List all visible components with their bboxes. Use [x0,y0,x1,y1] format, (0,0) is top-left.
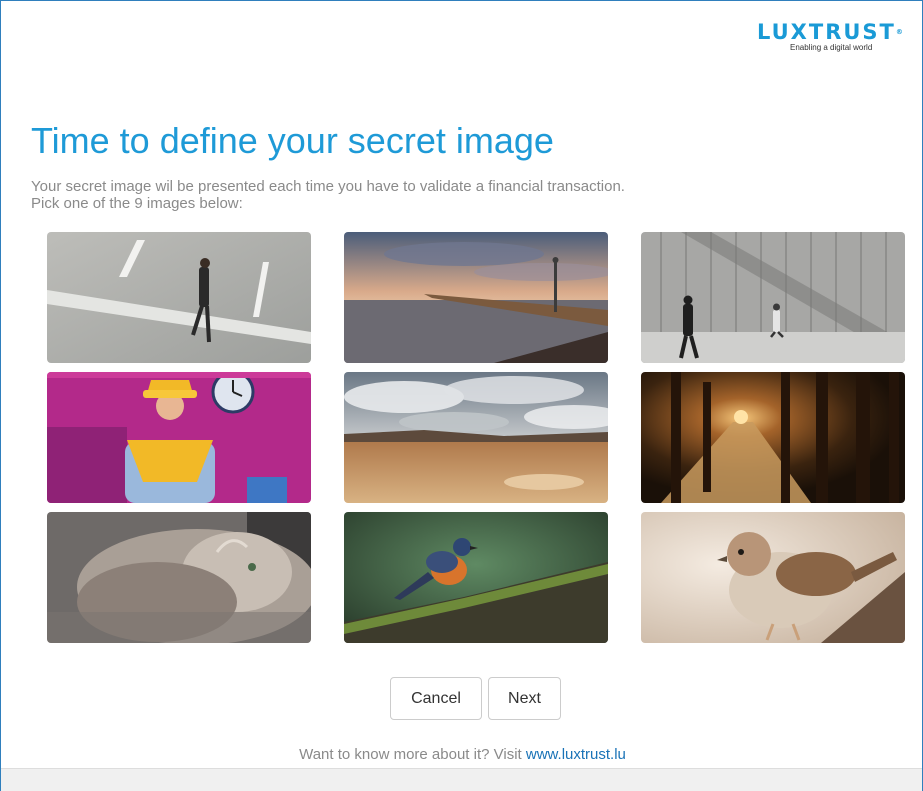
image-tile-sparrow-bird[interactable] [641,512,905,643]
footer-text: Want to know more about it? Visit [299,746,526,763]
luxtrust-website-link[interactable]: www.luxtrust.lu [526,746,626,763]
sparrow-bird-image [641,512,905,643]
glowing-forest-path-image [641,372,905,503]
footer-info: Want to know more about it? Visit www.lu… [1,746,923,763]
instructions-line-2: Pick one of the 9 images below: [31,195,243,212]
image-tile-fluffy-cat[interactable] [47,512,311,643]
luxtrust-logo: LUXTRUST® Enabling a digital world [757,21,917,61]
instructions-line-1: Your secret image wil be presented each … [31,178,625,195]
instructions: Your secret image wil be presented each … [31,178,891,212]
image-tile-costumed-person-on-stage[interactable] [47,372,311,503]
logo-tagline: Enabling a digital world [790,43,873,52]
fluffy-cat-image [47,512,311,643]
image-tile-pier-at-sunset[interactable] [344,232,608,363]
robin-on-mossy-branch-image [344,512,608,643]
logo-wordmark: LUXTRUST® [757,20,905,44]
costumed-person-on-stage-image [47,372,311,503]
image-tile-glowing-forest-path[interactable] [641,372,905,503]
pier-at-sunset-image [344,232,608,363]
image-tile-robin-on-mossy-branch[interactable] [344,512,608,643]
page-title: Time to define your secret image [31,120,554,161]
bottom-bar [1,768,922,791]
cancel-button[interactable]: Cancel [390,677,482,720]
man-walking-on-road-image [47,232,311,363]
next-button[interactable]: Next [488,677,561,720]
image-tile-people-walking-by-wall[interactable] [641,232,905,363]
image-tile-man-walking-on-road[interactable] [47,232,311,363]
people-walking-by-wall-image [641,232,905,363]
image-tile-cloudy-desert-landscape[interactable] [344,372,608,503]
dialog-frame: LUXTRUST® Enabling a digital world Time … [0,0,923,791]
cloudy-desert-landscape-image [344,372,608,503]
image-grid [47,232,905,643]
